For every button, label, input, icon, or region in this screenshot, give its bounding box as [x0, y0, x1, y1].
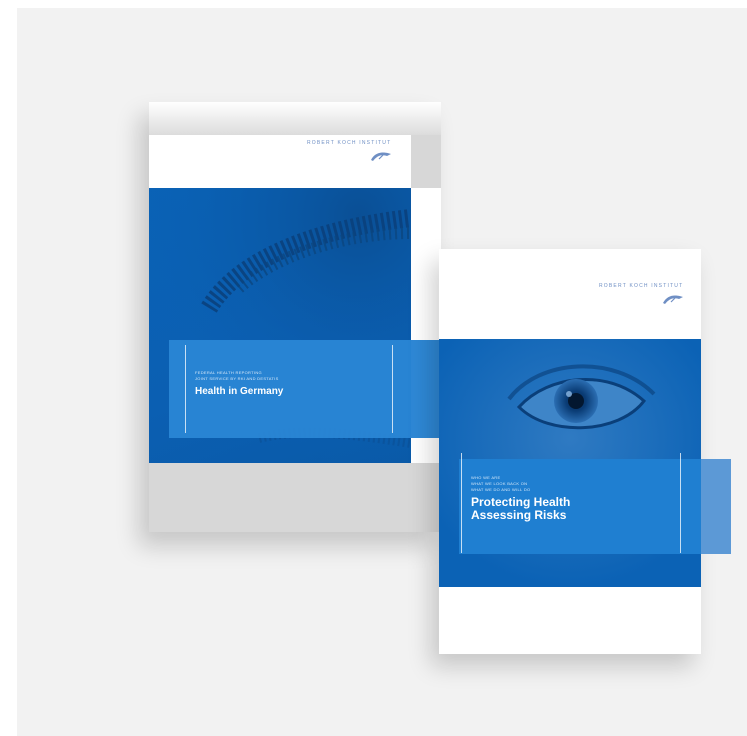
cover-bottom [439, 587, 701, 654]
band-divider-left [185, 345, 186, 433]
band-divider-right [680, 453, 681, 553]
rki-logo-icon [371, 152, 391, 161]
band-divider-right [392, 345, 393, 433]
title-band-extension [701, 459, 731, 554]
rki-logo-icon [663, 295, 683, 304]
cover-title-line-2: Assessing Risks [471, 508, 567, 522]
rki-logo-text: ROBERT KOCH INSTITUT [599, 283, 684, 289]
brochure-top-strip [149, 102, 441, 135]
cover-title: Health in Germany [195, 386, 284, 397]
brochure-protecting-health: ROBERT KOCH INSTITUT WHO WE ARE WHAT WE … [439, 249, 731, 654]
brochure-health-in-germany: ROBERT KOCH INSTITUT FEDERAL HEALTH REPO… [149, 102, 441, 532]
band-divider-left [461, 453, 462, 553]
cover-subtitle-3: WHAT WE DO AND WILL DO [471, 487, 531, 492]
rki-logo-text: ROBERT KOCH INSTITUT [307, 140, 392, 146]
cover-subtitle-2: JOINT SERVICE BY RKI AND DESTATIS [195, 376, 279, 381]
